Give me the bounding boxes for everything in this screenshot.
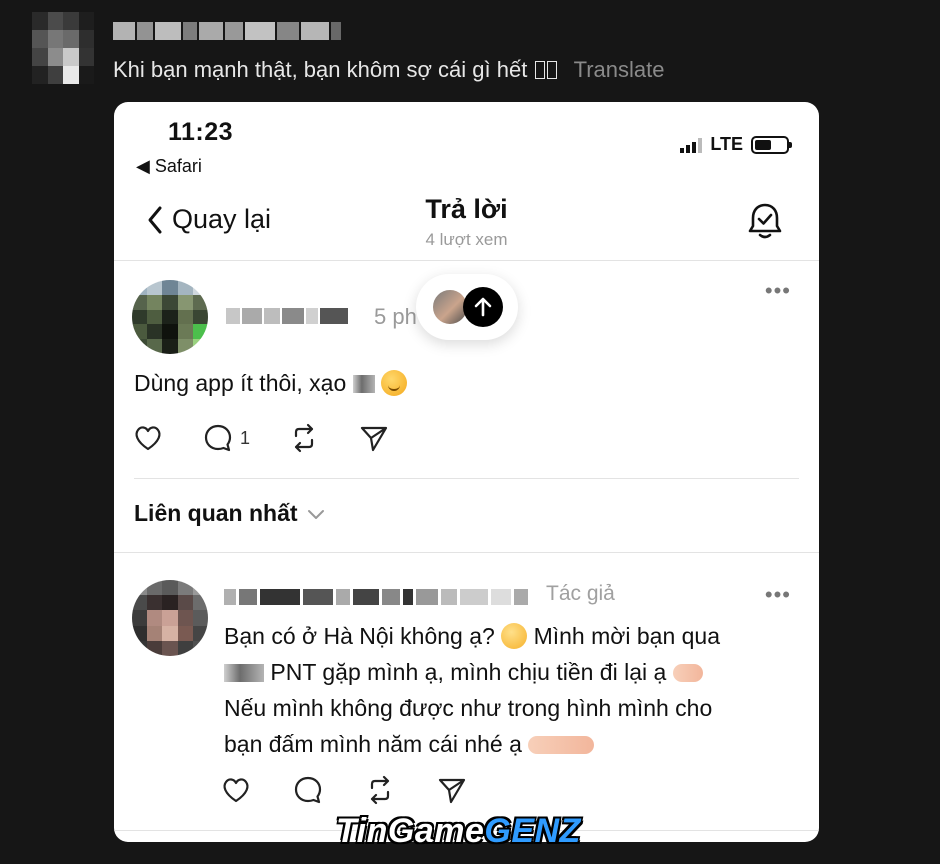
heart-hands-emoji-icon xyxy=(672,664,703,682)
divider xyxy=(114,552,819,553)
like-button[interactable] xyxy=(132,422,164,454)
post-text-content: Dùng app ít thôi, xạo xyxy=(134,370,353,396)
reply-line-1: Bạn có ở Hà Nội không ạ? Mình mời bạn qu… xyxy=(224,618,804,654)
reply-username-censored[interactable] xyxy=(224,584,542,610)
share-button[interactable] xyxy=(436,774,468,806)
divider xyxy=(114,260,819,261)
sort-label: Liên quan nhất xyxy=(134,500,298,526)
back-to-safari[interactable]: ◀ Safari xyxy=(136,156,202,177)
watermark-part-1: TinGame xyxy=(336,812,485,850)
send-icon xyxy=(360,426,388,452)
sort-dropdown[interactable]: Liên quan nhất xyxy=(134,500,326,527)
reply-line-1-a: Bạn có ở Hà Nội không ạ? xyxy=(224,623,502,649)
reply-text: Bạn có ở Hà Nội không ạ? Mình mời bạn qu… xyxy=(224,618,804,762)
reply-line-1-b: Mình mời bạn qua xyxy=(527,623,720,649)
send-icon xyxy=(438,778,466,804)
divider xyxy=(134,478,799,479)
repost-button[interactable] xyxy=(288,422,320,454)
comment-icon xyxy=(294,776,322,804)
author-tag: Tác giả xyxy=(546,582,615,605)
reply-line-2: PNT gặp mình ạ, mình chịu tiền đi lại ạ xyxy=(224,654,804,690)
comment-button[interactable] xyxy=(292,774,324,806)
unknown-glyph-icon xyxy=(535,61,546,79)
reply-line-4: bạn đấm mình năm cái nhé ạ xyxy=(224,726,804,762)
share-button[interactable] xyxy=(358,422,390,454)
post-actions: 1 xyxy=(132,422,390,454)
outer-avatar[interactable] xyxy=(32,12,94,84)
post-avatar[interactable] xyxy=(132,280,208,354)
arrow-up-icon xyxy=(463,287,503,327)
reply-avatar[interactable] xyxy=(132,580,208,656)
pointing-fingers-emoji-icon xyxy=(528,736,595,754)
view-count: 4 lượt xem xyxy=(425,230,508,249)
reply-line-4-text: bạn đấm mình năm cái nhé ạ xyxy=(224,731,529,757)
censored-word xyxy=(224,664,264,682)
reply-line-2-text: PNT gặp mình ạ, mình chịu tiền đi lại ạ xyxy=(264,659,673,685)
comment-count: 1 xyxy=(240,427,251,448)
status-indicators: LTE xyxy=(680,134,792,155)
comment-icon xyxy=(204,424,232,452)
post-text: Dùng app ít thôi, xạo xyxy=(134,370,408,397)
reply-line-3: Nếu mình không được như trong hình mình … xyxy=(224,695,713,721)
heart-icon xyxy=(223,778,249,803)
site-watermark: TinGameGENZ xyxy=(336,812,581,851)
notification-bell-icon[interactable] xyxy=(747,202,783,240)
chevron-down-icon xyxy=(307,509,324,519)
post-username-censored[interactable] xyxy=(226,304,366,328)
outer-comment-header: Khi bạn mạnh thật, bạn khôm sợ cái gì hế… xyxy=(0,0,940,100)
network-type: LTE xyxy=(710,134,743,154)
repost-button[interactable] xyxy=(364,774,396,806)
censored-word xyxy=(352,375,375,393)
watermark-part-2: GENZ xyxy=(484,812,581,850)
unknown-glyph-icon xyxy=(547,61,558,79)
like-button[interactable] xyxy=(220,774,252,806)
comment-button[interactable]: 1 xyxy=(202,422,250,454)
heart-icon xyxy=(135,426,161,451)
repost-icon xyxy=(294,423,314,453)
outer-username-censored[interactable] xyxy=(113,20,373,42)
post-time: 5 ph xyxy=(374,304,417,329)
scroll-to-top-pill[interactable] xyxy=(416,274,518,340)
battery-icon xyxy=(751,135,792,154)
translate-link[interactable]: Translate xyxy=(574,57,665,82)
post-more-button[interactable]: ••• xyxy=(765,278,791,304)
upside-down-face-emoji-icon xyxy=(381,370,408,396)
signal-icon xyxy=(680,137,703,153)
reply-actions xyxy=(220,774,468,806)
reply-more-button[interactable]: ••• xyxy=(765,582,791,608)
repost-icon xyxy=(370,775,390,805)
outer-caption: Khi bạn mạnh thật, bạn khôm sợ cái gì hế… xyxy=(113,57,664,83)
status-time: 11:23 xyxy=(168,118,234,146)
outer-caption-text: Khi bạn mạnh thật, bạn khôm sợ cái gì hế… xyxy=(113,57,528,82)
kissing-face-emoji-icon xyxy=(501,623,528,649)
phone-screenshot: 11:23 ◀ Safari LTE Quay lại Trả lời 4 lư… xyxy=(114,102,819,842)
screenshot-frame: Khi bạn mạnh thật, bạn khôm sợ cái gì hế… xyxy=(0,0,940,864)
page-title: Trả lời xyxy=(425,194,508,224)
